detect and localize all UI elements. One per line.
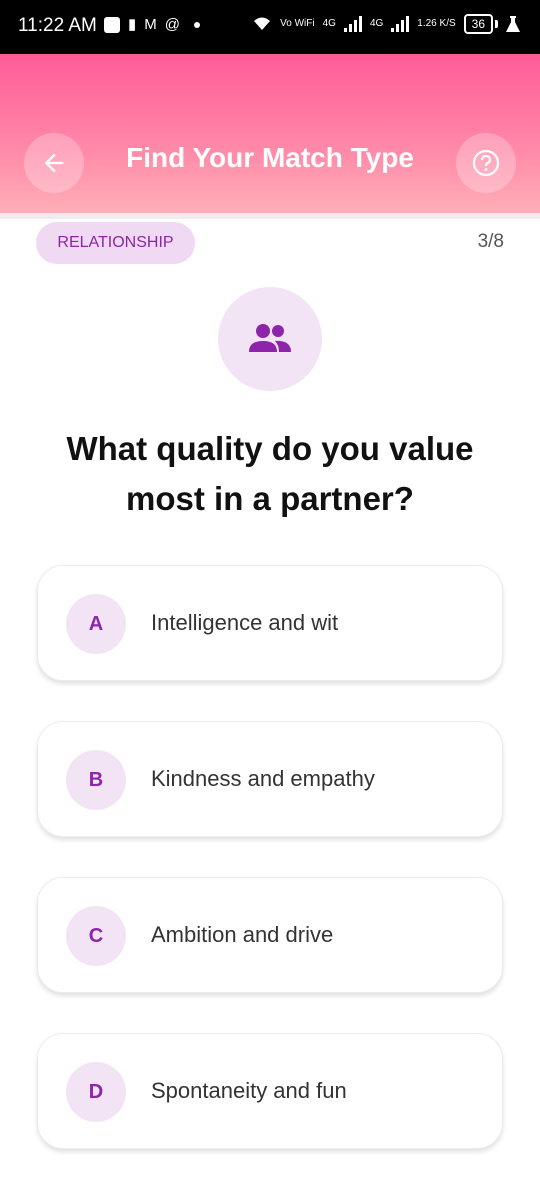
help-icon — [472, 149, 500, 177]
mail-icon: M — [144, 16, 157, 33]
status-bar: 11:22 AM ▮ M @ Vo WiFi 4G 4G 1.26 K/S 36 — [0, 0, 540, 54]
system-icons: Vo WiFi 4G 4G 1.26 K/S 36 — [252, 14, 520, 34]
question-icon-badge — [218, 287, 322, 391]
app-notification-icon — [104, 17, 120, 33]
option-d[interactable]: D Spontaneity and fun — [37, 1033, 503, 1149]
more-notifications-icon — [194, 22, 200, 28]
option-letter: D — [66, 1062, 126, 1122]
help-button[interactable] — [456, 133, 516, 193]
vowifi-label: Vo WiFi — [280, 18, 315, 29]
option-a[interactable]: A Intelligence and wit — [37, 565, 503, 681]
sim-icon: ▮ — [128, 16, 137, 33]
question-text: What quality do you value most in a part… — [66, 430, 474, 517]
signal-icon-2 — [391, 16, 410, 32]
battery-icon: 36 — [463, 14, 493, 34]
header-divider — [0, 213, 540, 219]
option-label: Kindness and empathy — [151, 766, 375, 791]
status-time: 11:22 AM — [18, 15, 97, 36]
network-4g-label-1: 4G — [322, 18, 336, 29]
option-letter: B — [66, 750, 126, 810]
option-letter: C — [66, 906, 126, 966]
threads-icon: @ — [164, 16, 180, 33]
option-c[interactable]: C Ambition and drive — [37, 877, 503, 993]
option-b[interactable]: B Kindness and empathy — [37, 721, 503, 837]
header: Find Your Match Type — [0, 54, 540, 213]
option-label: Intelligence and wit — [151, 610, 339, 635]
battery-level: 36 — [471, 17, 485, 31]
network-4g-label-2: 4G — [369, 18, 384, 29]
category-badge: RELATIONSHIP — [36, 222, 195, 264]
option-letter: A — [66, 594, 126, 654]
option-label: Ambition and drive — [151, 922, 334, 947]
question-progress: 3/8 — [477, 231, 504, 252]
battery-cap — [495, 20, 498, 28]
notification-icons: ▮ M @ — [104, 17, 200, 33]
flask-icon — [506, 16, 520, 32]
option-label: Spontaneity and fun — [151, 1078, 347, 1103]
wifi-icon — [254, 17, 271, 30]
people-icon — [249, 324, 291, 352]
network-speed: 1.26 K/S — [417, 18, 456, 29]
signal-icon-1 — [343, 16, 362, 32]
